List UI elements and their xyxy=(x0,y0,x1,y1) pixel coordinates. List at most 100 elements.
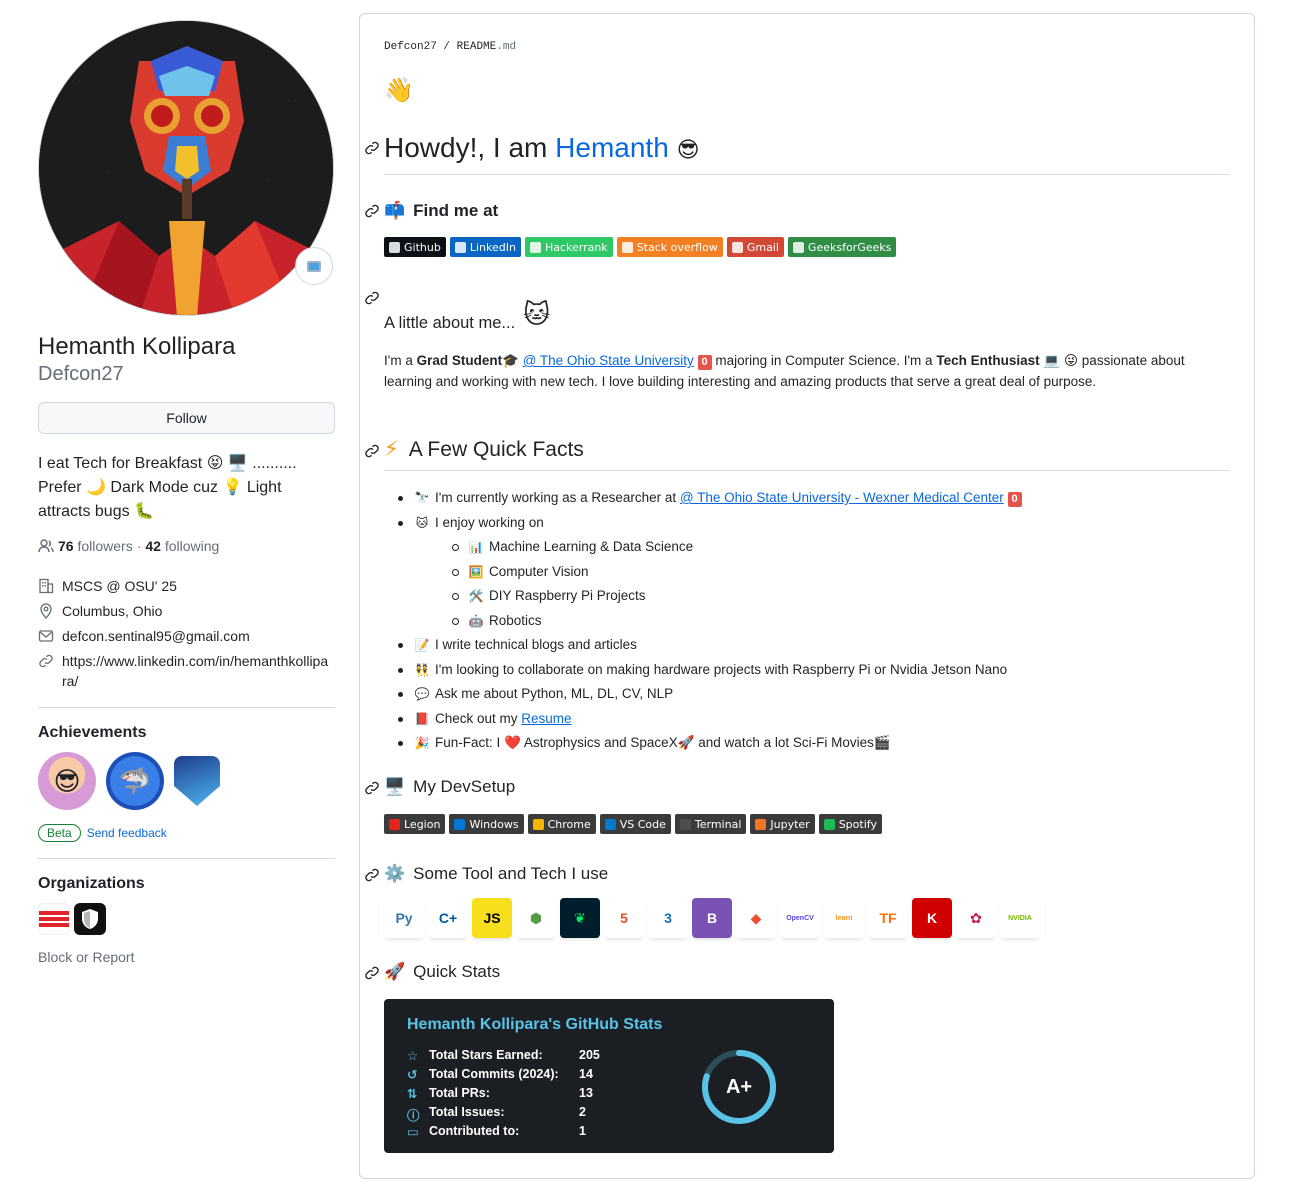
vcard-email[interactable]: defcon.sentinal95@gmail.com xyxy=(38,626,335,646)
profile-full-name: Hemanth Kollipara xyxy=(38,333,236,360)
email-link[interactable]: defcon.sentinal95@gmail.com xyxy=(62,626,250,646)
star-icon: ☆ xyxy=(407,1049,419,1063)
anchor-link-icon[interactable] xyxy=(364,290,380,306)
raspberry-pi-icon: ✿ xyxy=(956,898,996,938)
computer-icon: 🖥️ xyxy=(227,455,248,472)
fossasia-org-icon[interactable] xyxy=(38,903,70,935)
repo-icon: ▭ xyxy=(407,1125,419,1139)
vscode-icon xyxy=(604,818,616,830)
divider xyxy=(38,858,335,859)
pull-request-icon: ⇅ xyxy=(407,1087,418,1101)
osu-link[interactable]: @ The Ohio State University xyxy=(523,353,694,368)
stat-label: Contributed to: xyxy=(429,1124,520,1138)
list-item: 🐱 I enjoy working on 📊 Machine Learning & … xyxy=(384,511,1230,634)
website-link[interactable]: https://www.linkedin.com/in/hemanthkolli… xyxy=(62,651,332,691)
opencv-icon: OpenCV xyxy=(780,898,820,938)
mail-icon xyxy=(38,630,54,642)
quickdraw-achievement-icon[interactable] xyxy=(174,756,220,806)
picture-icon: 🖼️ xyxy=(468,564,484,579)
achievements-list: 😎 🦈 xyxy=(38,752,335,810)
following-link[interactable]: 42 following xyxy=(145,538,219,554)
anchor-link-icon[interactable] xyxy=(364,443,380,459)
lenovo-icon xyxy=(389,818,400,830)
name-highlight: Hemanth xyxy=(555,132,669,163)
vcard-location: Columbus, Ohio xyxy=(38,601,335,621)
list-item: 📊 Machine Learning & Data Science xyxy=(414,535,1230,560)
party-popper-icon: 🎉 xyxy=(414,736,430,750)
anchor-link-icon[interactable] xyxy=(364,780,380,796)
nodejs-icon: ⬢ xyxy=(516,898,556,938)
history-icon: ↺ xyxy=(407,1068,418,1082)
list-item: 🛠️ DIY Raspberry Pi Projects xyxy=(414,584,1230,609)
devsetup-badge-chrome: Chrome xyxy=(527,814,596,834)
stat-row: ↺ Total Commits (2024): 14 xyxy=(407,1067,593,1082)
keras-icon: K xyxy=(912,898,952,938)
list-item: 📝 I write technical blogs and articles xyxy=(384,633,1230,658)
resume-link[interactable]: Resume xyxy=(521,711,571,726)
social-badge-linkedin[interactable]: LinkedIn xyxy=(449,237,521,257)
facts-heading: ⚡ A Few Quick Facts xyxy=(384,437,1230,471)
anchor-link-icon[interactable] xyxy=(364,867,380,883)
readme-user-link[interactable]: Defcon27 xyxy=(384,41,437,53)
separator-dot: · xyxy=(136,538,142,554)
followers-link[interactable]: 76 followers xyxy=(58,538,133,554)
tensorflow-icon: TF xyxy=(868,898,908,938)
devsetup-badge-windows: Windows xyxy=(449,814,524,834)
stat-value: 14 xyxy=(579,1067,593,1081)
social-badge-github[interactable]: Github xyxy=(384,237,446,257)
tools-list: Py C+ JS ⬢ ❦ 5 3 B ◆ OpenCV learn TF K ✿ NVIDIA xyxy=(384,898,1040,938)
anchor-link-icon[interactable] xyxy=(364,965,380,981)
robot-icon: 🤖 xyxy=(468,613,484,628)
social-badge-hackerrank[interactable]: Hackerrank xyxy=(524,237,613,257)
link-icon xyxy=(39,654,53,668)
stat-value: 13 xyxy=(579,1086,593,1100)
social-badge-gmail[interactable]: Gmail xyxy=(726,237,784,257)
stackoverflow-icon xyxy=(621,241,633,253)
status-emoji[interactable] xyxy=(295,247,333,285)
cplusplus-icon: C+ xyxy=(428,898,468,938)
bar-chart-icon: 📊 xyxy=(468,540,484,554)
terminal-icon xyxy=(679,818,691,830)
octocat-icon: 🐱 xyxy=(523,299,551,329)
vcard-website[interactable]: https://www.linkedin.com/in/hemanthkolli… xyxy=(38,651,335,691)
stat-row: ▭ Contributed to: 1 xyxy=(407,1124,586,1139)
shield-org-icon[interactable] xyxy=(74,903,106,935)
sunglasses-emoji-icon: 😎 xyxy=(676,137,700,162)
divider xyxy=(38,707,335,708)
linkedin-icon xyxy=(454,241,466,253)
geeksforgeeks-icon xyxy=(792,241,804,253)
heart-icon: ❤️ xyxy=(504,735,521,750)
list-item: 💬 Ask me about Python, ML, DL, CV, NLP xyxy=(384,682,1230,707)
tools-heading: ⚙️ Some Tool and Tech I use xyxy=(384,864,609,883)
mongodb-icon: ❦ xyxy=(560,898,600,938)
social-badge-geeksforgeeks[interactable]: GeeksforGeeks xyxy=(787,237,897,257)
block-or-report-link[interactable]: Block or Report xyxy=(38,949,335,965)
github-icon xyxy=(389,241,400,253)
anchor-link-icon[interactable] xyxy=(364,203,380,219)
organizations-title: Organizations xyxy=(38,875,145,892)
waving-hand-icon: 👋 xyxy=(384,77,414,104)
achievements-title: Achievements xyxy=(38,724,147,741)
git-icon: ◆ xyxy=(736,898,776,938)
stats-card-title: Hemanth Kollipara's GitHub Stats xyxy=(407,1016,663,1033)
pull-shark-achievement-icon[interactable]: 🦈 xyxy=(106,752,164,810)
devsetup-heading: 🖥️ My DevSetup xyxy=(384,777,516,796)
follow-button[interactable]: Follow xyxy=(38,402,335,434)
devsetup-badge-legion: Legion xyxy=(384,814,446,834)
starstruck-achievement-icon[interactable]: 😎 xyxy=(38,752,96,810)
follow-counts: 76 followers · 42 following xyxy=(38,538,335,554)
profile-username: Defcon27 xyxy=(38,363,124,385)
send-feedback-link[interactable]: Send feedback xyxy=(87,826,167,840)
social-badge-stack-overflow[interactable]: Stack overflow xyxy=(616,237,723,257)
list-item: 🎉 Fun-Fact: I ❤️ Astrophysics and SpaceX🚀… xyxy=(384,731,1230,756)
css3-icon: 3 xyxy=(648,898,688,938)
stat-label: Total Stars Earned: xyxy=(429,1048,543,1062)
nvidia-icon: NVIDIA xyxy=(1000,898,1040,938)
rocket-icon: 🚀 xyxy=(677,735,695,750)
avatar[interactable] xyxy=(38,20,334,316)
wexner-link[interactable]: @ The Ohio State University - Wexner Med… xyxy=(680,490,1004,505)
anchor-link-icon[interactable] xyxy=(364,140,380,156)
hackerrank-icon xyxy=(529,241,541,253)
find-me-heading: 📫 Find me at xyxy=(384,201,499,220)
stat-value: 2 xyxy=(579,1105,586,1119)
